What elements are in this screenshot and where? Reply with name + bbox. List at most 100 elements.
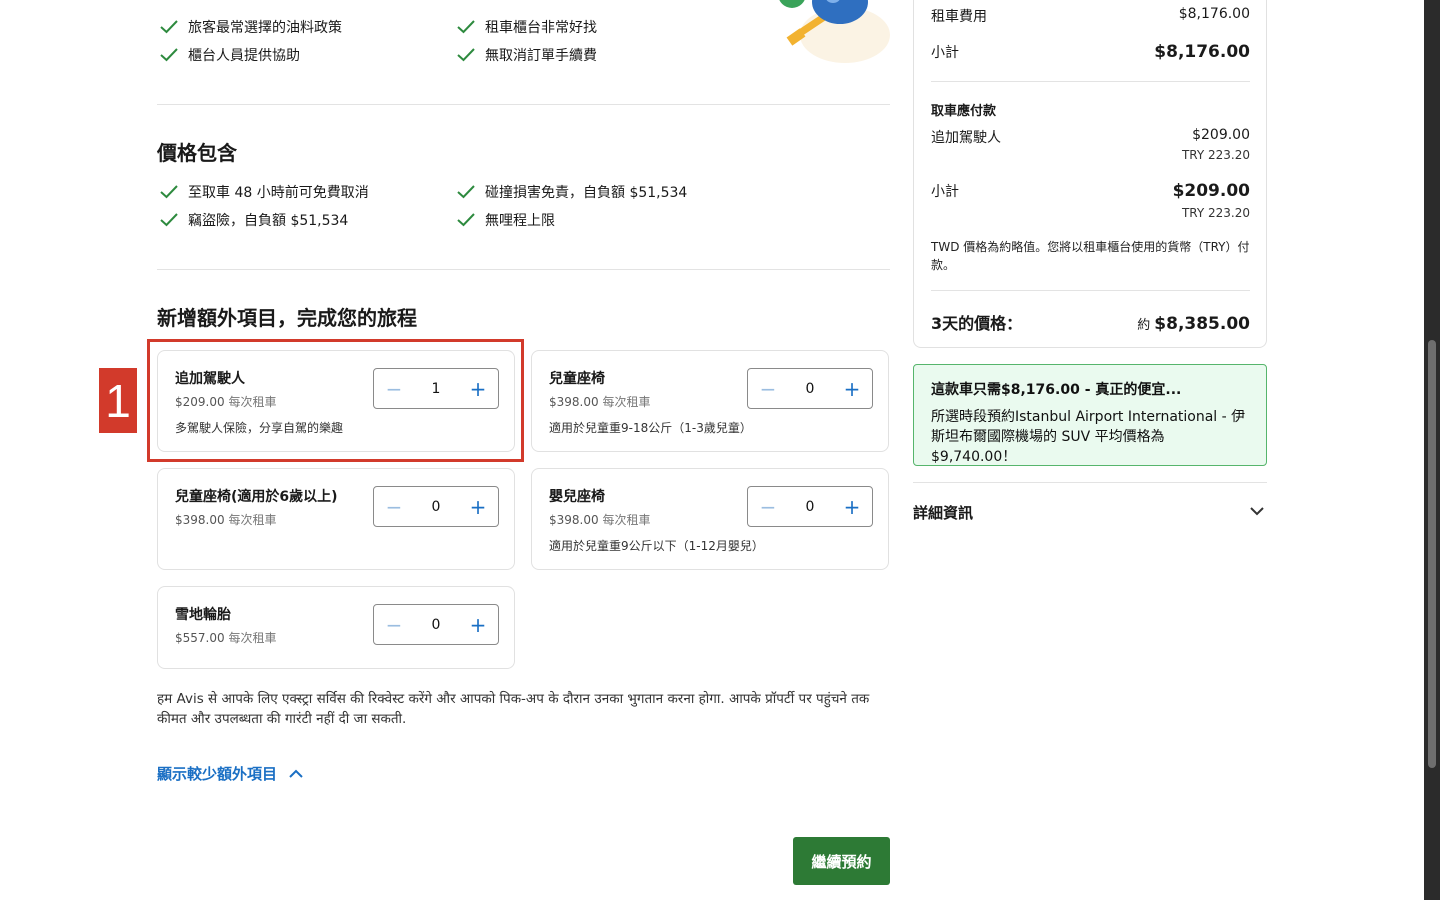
currency-note: TWD 價格為約略值。您將以租車櫃台使用的貨幣（TRY）付款。	[931, 240, 1250, 272]
quantity-value: 0	[431, 616, 441, 633]
price-value: $557.00	[175, 631, 225, 645]
included-item: 竊盜險，自負額 $51,534	[160, 210, 348, 230]
continue-booking-button[interactable]: 繼續預約	[793, 837, 890, 885]
subtotal-try: TRY 223.20	[1181, 206, 1250, 220]
increment-button[interactable]: +	[832, 487, 872, 526]
feature-counter-staff: 櫃台人員提供協助	[160, 45, 300, 65]
price-unit: 每次租車	[602, 513, 651, 527]
feature-label: 無取消訂單手續費	[485, 48, 597, 64]
decrement-button[interactable]: −	[748, 369, 788, 408]
quantity-stepper: − 0 +	[373, 604, 499, 645]
included-label: 竊盜險，自負額 $51,534	[188, 213, 349, 229]
extra-driver-label: 追加駕駛人	[931, 130, 1001, 146]
quantity-value: 0	[805, 498, 815, 515]
included-label: 至取車 48 小時前可免費取消	[188, 185, 369, 201]
checkmark-icon	[457, 185, 475, 199]
chevron-down-icon	[1250, 507, 1264, 516]
decrement-button[interactable]: −	[374, 487, 414, 526]
included-item: 至取車 48 小時前可免費取消	[160, 182, 369, 202]
decrement-button[interactable]: −	[748, 487, 788, 526]
extra-name: 雪地輪胎	[175, 607, 231, 623]
checkmark-icon	[457, 48, 475, 62]
increment-button[interactable]: +	[832, 369, 872, 408]
feature-label: 租車櫃台非常好找	[485, 20, 597, 36]
quantity-stepper: − 0 +	[373, 486, 499, 527]
price-summary-panel: 租車費用 $8,176.00 小計 $8,176.00 取車應付款 追加駕駛人 …	[913, 0, 1267, 348]
extra-price: $398.00 每次租車	[549, 511, 650, 528]
extra-price: $398.00 每次租車	[175, 511, 276, 528]
increment-button[interactable]: +	[458, 487, 498, 526]
rental-fee-label: 租車費用	[931, 9, 987, 25]
quantity-value: 0	[805, 380, 815, 397]
deal-body: 所選時段預約Istanbul Airport International - 伊…	[931, 409, 1246, 465]
checkmark-icon	[160, 20, 178, 34]
extra-name: 嬰兒座椅	[549, 489, 605, 505]
included-item: 碰撞損害免責，自負額 $51,534	[457, 182, 687, 202]
extra-card-infant-seat: 嬰兒座椅 $398.00 每次租車 適用於兒童重9公斤以下（1-12月嬰兒） −…	[531, 468, 889, 570]
quantity-value: 0	[431, 498, 441, 515]
rental-fee-value: $8,176.00	[1178, 6, 1250, 22]
approx-label: 約	[1137, 318, 1151, 333]
extras-title: 新增額外項目，完成您的旅程	[157, 306, 417, 330]
deal-title: 這款車只需$8,176.00 - 真正的便宜...	[931, 382, 1182, 398]
included-label: 碰撞損害免責，自負額 $51,534	[485, 185, 688, 201]
price-value: $398.00	[549, 395, 599, 409]
increment-button[interactable]: +	[458, 605, 498, 644]
subtotal-label: 小計	[931, 184, 959, 200]
deal-callout: 這款車只需$8,176.00 - 真正的便宜... 所選時段預約Istanbul…	[913, 364, 1267, 466]
included-label: 無哩程上限	[485, 213, 555, 229]
extra-card-snow-tires: 雪地輪胎 $557.00 每次租車 − 0 +	[157, 586, 515, 669]
price-value: $398.00	[175, 513, 225, 527]
step-number-badge: 1	[99, 368, 137, 433]
subtotal-pickup-row: 小計 $209.00	[931, 181, 1250, 201]
feature-counter-location: 租車櫃台非常好找	[457, 17, 597, 37]
subtotal-row: 小計 $8,176.00	[931, 42, 1250, 62]
checkmark-icon	[160, 48, 178, 62]
checkmark-icon	[160, 213, 178, 227]
extra-driver-value: $209.00	[1192, 127, 1250, 143]
price-unit: 每次租車	[228, 631, 277, 645]
quantity-stepper: − 0 +	[747, 486, 873, 527]
extra-driver-try: TRY 223.20	[1181, 148, 1250, 162]
price-unit: 每次租車	[228, 513, 277, 527]
quantity-stepper: − 0 +	[747, 368, 873, 409]
extra-price: $398.00 每次租車	[549, 393, 650, 410]
extra-name: 兒童座椅	[549, 371, 605, 387]
subtotal-value: $209.00	[1172, 181, 1250, 201]
scrollbar-thumb[interactable]	[1428, 340, 1436, 768]
included-item: 無哩程上限	[457, 210, 555, 230]
extra-card-booster-seat: 兒童座椅(適用於6歲以上) $398.00 每次租車 − 0 +	[157, 468, 515, 570]
highlight-annotation	[147, 339, 524, 462]
extra-description: 適用於兒童重9-18公斤（1-3歲兒童）	[549, 421, 752, 435]
decrement-button[interactable]: −	[374, 605, 414, 644]
checkmark-icon	[457, 213, 475, 227]
car-key-illustration	[779, 0, 890, 63]
chevron-up-icon	[289, 769, 303, 778]
extra-description: 適用於兒童重9公斤以下（1-12月嬰兒）	[549, 539, 764, 553]
show-fewer-extras-link[interactable]: 顯示較少額外項目	[157, 763, 303, 784]
extra-driver-row: 追加駕駛人 $209.00	[931, 127, 1250, 147]
extra-name: 兒童座椅(適用於6歲以上)	[175, 489, 338, 505]
included-title: 價格包含	[157, 141, 237, 165]
divider	[931, 81, 1250, 82]
total-label: 3天的價格：	[931, 314, 1023, 333]
feature-fuel-policy: 旅客最常選擇的油料政策	[160, 17, 342, 37]
checkmark-icon	[457, 20, 475, 34]
extra-price: $557.00 每次租車	[175, 629, 276, 646]
show-fewer-label: 顯示較少額外項目	[157, 765, 278, 783]
divider	[157, 269, 890, 270]
subtotal-label: 小計	[931, 45, 959, 61]
pay-at-pickup-heading: 取車應付款	[931, 104, 997, 119]
total-value: $8,385.00	[1154, 314, 1250, 334]
details-accordion[interactable]: 詳細資訊	[913, 482, 1267, 542]
feature-label: 櫃台人員提供協助	[188, 48, 300, 64]
subtotal-value: $8,176.00	[1154, 42, 1250, 62]
divider	[931, 290, 1250, 291]
extra-card-child-seat: 兒童座椅 $398.00 每次租車 適用於兒童重9-18公斤（1-3歲兒童） −…	[531, 350, 889, 452]
checkmark-icon	[160, 185, 178, 199]
total-row: 3天的價格： 約 $8,385.00	[931, 310, 1250, 334]
details-label: 詳細資訊	[913, 504, 974, 522]
price-unit: 每次租車	[602, 395, 651, 409]
rental-fee-row: 租車費用 $8,176.00	[931, 6, 1250, 26]
price-value: $398.00	[549, 513, 599, 527]
